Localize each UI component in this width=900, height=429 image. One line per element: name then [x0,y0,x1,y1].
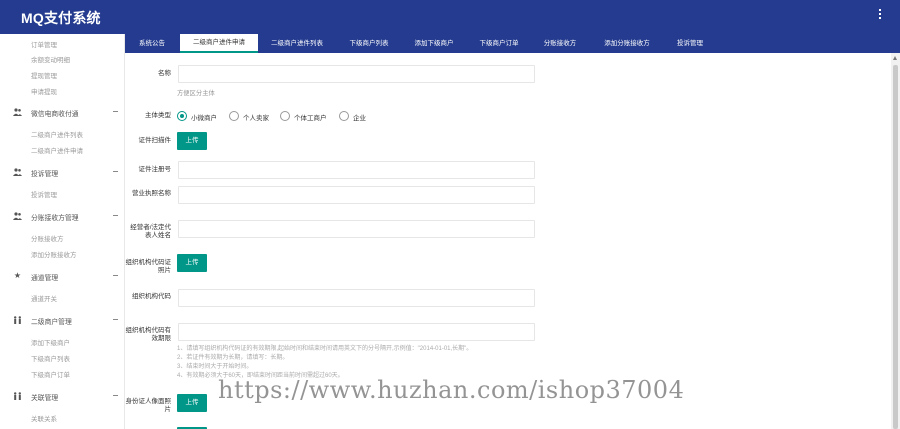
id-card-photo-label: 身份证人像面照片 [125,398,172,413]
collapse-icon [113,215,118,216]
radio-label: 企业 [353,115,366,122]
tab-add-split-receiver[interactable]: 添加分账接收方 [588,34,666,53]
org-code-photo-upload-button[interactable]: 上传 [177,254,207,272]
org-code-label: 组织机构代码 [132,293,171,300]
top-header: MQ支付系统 [0,0,900,34]
org-code-photo-label: 组织机构代码证照片 [125,259,172,274]
sidebar: 订单管理 余额变动明细 提现管理 申请提现 微信电商收付通 二级商户进件列表 二… [0,34,125,429]
tab-announcements[interactable]: 系统公告 [125,34,179,53]
org-code-input[interactable] [178,289,535,307]
org-code-validity-label: 组织机构代码有效期限 [125,327,172,342]
cert-scan-label: 证件扫描件 [138,137,172,144]
radio-dot [229,111,239,121]
sidebar-group-channels[interactable]: ★ 通道管理 [0,269,124,283]
cert-number-input[interactable] [178,161,535,179]
app-title: MQ支付系统 [21,10,101,26]
users-icon [13,212,22,220]
tab-add-sub-merchant[interactable]: 添加下级商户 [403,34,465,53]
tab-sub-merchant-list[interactable]: 下级商户列表 [336,34,402,53]
sidebar-item-sub-merchant-orders[interactable]: 下级商户订单 [31,369,70,379]
sidebar-group-ecommerce[interactable]: 微信电商收付通 [0,105,124,119]
form-panel: 名称 方便区分主体 主体类型 小微商户 个人卖家 个体工商户 企业 证件扫描件 … [125,53,891,429]
watermark-text: https://www.huzhan.com/ishop37004 [218,376,685,404]
note-line: 2、若证件有效期为长期，请填写：长期。 [177,355,289,361]
sidebar-item-channel-switch[interactable]: 通道开关 [31,293,57,303]
user-pair-icon [13,316,22,324]
legal-rep-label: 经营者/法定代表人姓名 [130,224,171,239]
radio-dot [177,111,187,121]
license-name-label: 营业执照名称 [132,190,171,197]
sidebar-item-relations[interactable]: 关联关系 [31,413,57,423]
note-line: 1、请填写组织机构代码证的有效期限,起始时间和结束时间请用英文下的分号隔开,示例… [177,346,473,352]
sidebar-group-split-receivers[interactable]: 分账接收方管理 [0,209,124,223]
tab-bar: 系统公告 二级商户进件申请 二级商户进件列表 下级商户列表 添加下级商户 下级商… [125,34,900,53]
legal-rep-input[interactable] [178,220,535,238]
users-icon [13,108,22,116]
sidebar-group-label: 分账接收方管理 [31,215,79,222]
subject-type-label: 主体类型 [145,112,171,119]
sidebar-group-relations[interactable]: 关联管理 [0,389,124,403]
tab-split-receiver[interactable]: 分账接收方 [533,34,587,53]
radio-dot [339,111,349,121]
more-menu-icon[interactable] [878,9,882,23]
sidebar-group-label: 微信电商收付通 [31,111,79,118]
radio-label: 小微商户 [191,115,217,122]
org-code-validity-input[interactable] [178,323,535,341]
radio-label: 个人卖家 [243,115,269,122]
license-name-input[interactable] [178,186,535,204]
sidebar-group-label: 投诉管理 [31,171,59,178]
sidebar-group-complaints[interactable]: 投诉管理 [0,165,124,179]
scroll-up-icon[interactable] [893,56,897,60]
sidebar-item-complaints[interactable]: 投诉管理 [31,189,57,199]
cert-number-label: 证件注册号 [138,166,172,173]
sidebar-group-sub-merchants[interactable]: 二级商户管理 [0,313,124,327]
radio-label: 个体工商户 [294,115,327,122]
user-pair-icon [13,392,22,400]
sidebar-group-label: 关联管理 [31,395,59,402]
scroll-thumb[interactable] [893,65,898,429]
star-icon: ★ [13,271,22,280]
tab-sub-merchant-orders[interactable]: 下级商户订单 [466,34,532,53]
app-window: MQ支付系统 订单管理 余额变动明细 提现管理 申请提现 微信电商收付通 二级商… [0,0,900,429]
sidebar-item-merchant-list[interactable]: 二级商户进件列表 [31,129,83,139]
collapse-icon [113,111,118,112]
name-label: 名称 [158,70,171,77]
collapse-icon [113,395,118,396]
tab-complaints[interactable]: 投诉管理 [667,34,713,53]
sidebar-group-label: 通道管理 [31,275,59,282]
name-input[interactable] [178,65,535,83]
vertical-scrollbar[interactable] [891,53,900,429]
sidebar-item-orders[interactable]: 订单管理 [31,39,57,49]
sidebar-item-balance-log[interactable]: 余额变动明细 [31,54,70,64]
sidebar-item-merchant-apply[interactable]: 二级商户进件申请 [31,145,83,155]
radio-dot [280,111,290,121]
tab-merchant-list[interactable]: 二级商户进件列表 [259,34,335,53]
sidebar-item-withdraw-manage[interactable]: 提现管理 [31,70,57,80]
sidebar-group-label: 二级商户管理 [31,319,72,326]
sidebar-item-apply-withdraw[interactable]: 申请提现 [31,86,57,96]
collapse-icon [113,171,118,172]
name-hint: 方便区分主体 [177,90,215,97]
collapse-icon [113,275,118,276]
sidebar-item-sub-merchant-list[interactable]: 下级商户列表 [31,353,70,363]
note-line: 3、结束时间大于开始时间。 [177,364,253,370]
sidebar-item-add-split-receiver[interactable]: 添加分账接收方 [31,249,77,259]
sidebar-item-add-sub-merchant[interactable]: 添加下级商户 [31,337,70,347]
collapse-icon [113,319,118,320]
id-card-photo-upload-button[interactable]: 上传 [177,394,207,412]
users-icon [13,168,22,176]
cert-scan-upload-button[interactable]: 上传 [177,132,207,150]
tab-merchant-apply[interactable]: 二级商户进件申请 [180,34,258,53]
sidebar-item-split-receiver[interactable]: 分账接收方 [31,233,64,243]
